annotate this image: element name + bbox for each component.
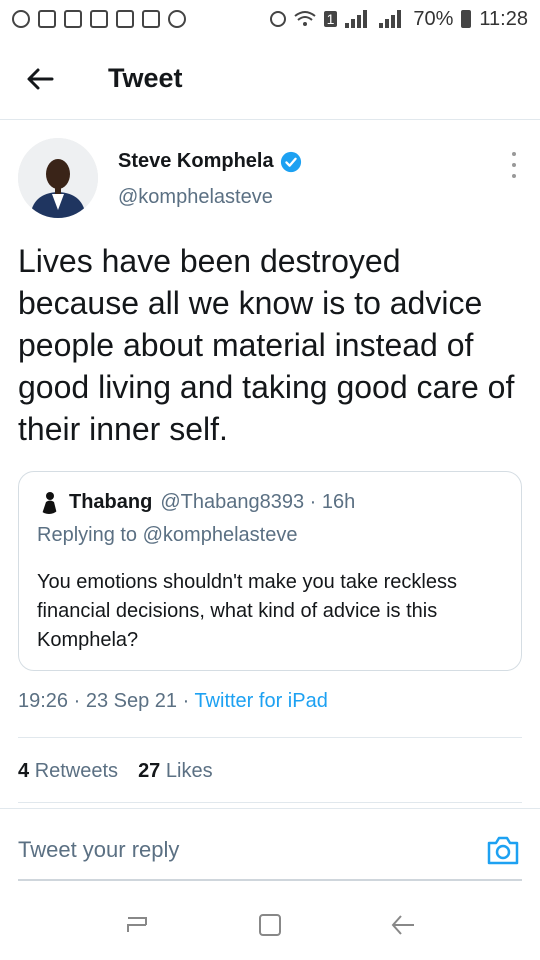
home-icon bbox=[258, 914, 281, 936]
sim-badge: 1 bbox=[323, 11, 338, 27]
quoted-author-name: Thabang bbox=[69, 490, 153, 513]
system-back-button[interactable] bbox=[373, 900, 433, 950]
top-app-bar: Tweet bbox=[0, 38, 540, 120]
system-indicators: 1 70% 11:28 bbox=[269, 7, 528, 31]
battery-icon bbox=[461, 10, 472, 28]
profile-photo bbox=[18, 138, 98, 218]
signal-icon bbox=[345, 10, 371, 28]
gmail-icon bbox=[38, 10, 56, 28]
tweet-stats: 4 Retweets 27 Likes bbox=[18, 760, 213, 783]
tweet-timestamp: 19:26 · 23 Sep 21 · Twitter for iPad bbox=[18, 690, 328, 712]
divider bbox=[18, 802, 522, 803]
author-name[interactable]: Steve Komphela bbox=[118, 150, 302, 173]
tweet-source-link[interactable]: Twitter for iPad bbox=[194, 690, 327, 712]
retweets-stat[interactable]: 4 Retweets bbox=[18, 760, 118, 783]
checkbox-icon bbox=[116, 10, 134, 28]
status-bar: 1 70% 11:28 bbox=[0, 0, 540, 38]
tweet-author: Steve Komphela @komphelasteve bbox=[18, 138, 523, 218]
gmail-icon bbox=[64, 10, 82, 28]
page-title: Tweet bbox=[108, 63, 183, 93]
arrow-left-icon bbox=[27, 68, 54, 89]
reply-input[interactable]: Tweet your reply bbox=[18, 837, 179, 863]
image-icon bbox=[142, 10, 160, 28]
likes-stat[interactable]: 27 Likes bbox=[138, 760, 213, 783]
gmail-icon bbox=[90, 10, 108, 28]
quoted-tweet-header: Thabang @Thabang8393 · 16h bbox=[37, 490, 355, 514]
reply-bar: Tweet your reply bbox=[0, 808, 540, 881]
back-button[interactable] bbox=[0, 38, 80, 120]
verified-badge-icon bbox=[280, 151, 301, 172]
tweet-text: Lives have been destroyed because all we… bbox=[18, 243, 515, 447]
whatsapp-icon bbox=[12, 10, 30, 28]
divider bbox=[18, 737, 522, 738]
home-button[interactable] bbox=[240, 900, 300, 950]
recent-apps-icon bbox=[126, 917, 147, 932]
quoted-author-avatar bbox=[37, 490, 61, 514]
battery-percent: 70% bbox=[413, 7, 454, 30]
more-options-button[interactable] bbox=[511, 152, 517, 178]
avatar[interactable] bbox=[18, 138, 98, 218]
quoted-tweet-card[interactable]: Thabang @Thabang8393 · 16h Replying to @… bbox=[18, 471, 522, 671]
author-handle[interactable]: @komphelasteve bbox=[118, 186, 273, 209]
alarm-icon bbox=[269, 11, 286, 27]
recent-apps-button[interactable] bbox=[107, 900, 167, 950]
camera-icon[interactable] bbox=[486, 833, 520, 867]
clock: 11:28 bbox=[479, 7, 528, 30]
settings-icon bbox=[168, 10, 186, 28]
notification-icons bbox=[12, 10, 186, 28]
system-nav-bar bbox=[0, 890, 540, 960]
wifi-icon bbox=[293, 11, 316, 26]
replying-to: Replying to @komphelasteve bbox=[37, 524, 298, 546]
back-icon bbox=[391, 915, 415, 935]
quoted-handle-time: @Thabang8393 · 16h bbox=[160, 490, 356, 513]
quoted-tweet-text: You emotions shouldn't make you take rec… bbox=[37, 571, 457, 651]
reply-underline bbox=[18, 879, 522, 881]
more-vertical-icon bbox=[512, 152, 516, 156]
signal-icon bbox=[379, 10, 405, 28]
